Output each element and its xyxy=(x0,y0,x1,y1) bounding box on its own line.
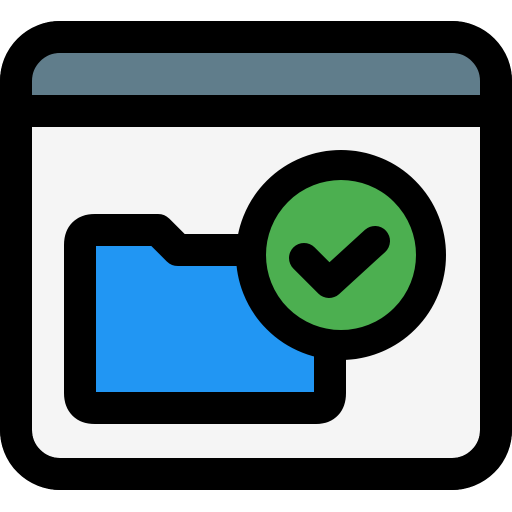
icon-canvas xyxy=(0,0,512,512)
check-circle-icon xyxy=(236,150,446,360)
browser-window-folder-check-icon xyxy=(0,21,512,490)
